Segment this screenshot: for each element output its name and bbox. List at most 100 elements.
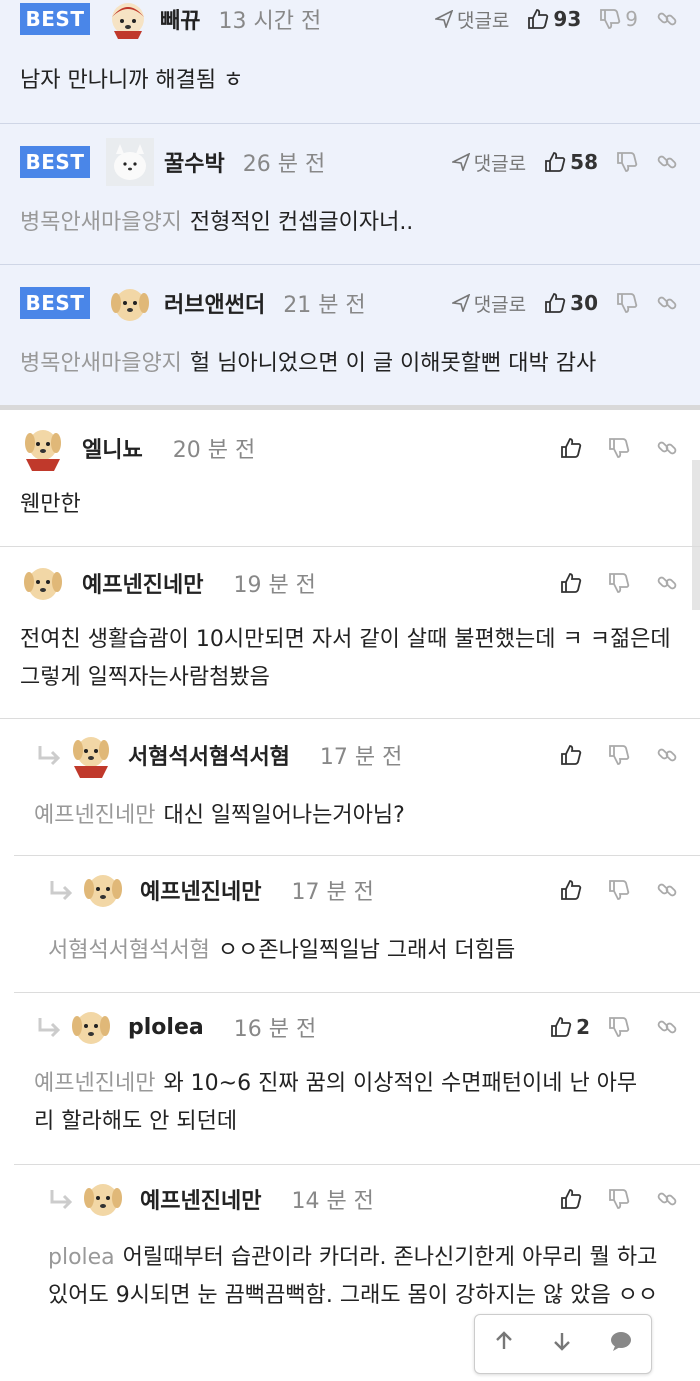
like-button[interactable]: 93	[527, 7, 581, 31]
nickname[interactable]: 예프넨진네만	[82, 567, 203, 599]
dislike-button[interactable]	[608, 1188, 630, 1210]
best-comments-section: BEST 빼뀨 13 시간 전 댓글로 93 9 남자 만나니까 해결됨 ㅎ B…	[0, 0, 700, 405]
thumbs-down-icon	[609, 438, 630, 458]
link-icon	[657, 12, 677, 26]
link-icon	[657, 1020, 677, 1034]
mention-nickname[interactable]: 병목안새마을양지	[20, 351, 182, 376]
like-button[interactable]	[560, 744, 582, 766]
thumbs-down-icon	[617, 152, 638, 172]
comment-text: 웬만한	[20, 492, 81, 517]
nickname[interactable]: 엘니뇨	[82, 432, 143, 464]
timestamp: 17 분 전	[319, 745, 403, 770]
dislike-button[interactable]	[616, 292, 638, 314]
thumbs-down-icon	[600, 9, 621, 29]
like-button[interactable]	[560, 1188, 582, 1210]
thumbs-up-icon	[551, 1017, 572, 1037]
send-icon	[434, 10, 453, 28]
like-button[interactable]: 2	[550, 1015, 590, 1039]
thumbs-up-icon	[561, 438, 582, 458]
avatar[interactable]	[68, 732, 114, 778]
thumbs-down-icon	[609, 573, 630, 593]
link-icon	[657, 155, 677, 169]
dislike-button[interactable]	[608, 744, 630, 766]
mention-nickname[interactable]: 서혐석서혐석서혐	[48, 938, 210, 963]
like-button[interactable]: 58	[544, 150, 598, 174]
timestamp: 14 분 전	[291, 1189, 374, 1214]
like-button[interactable]: 30	[544, 291, 598, 315]
link-icon	[657, 748, 677, 762]
thumbs-down-icon	[617, 293, 638, 313]
link-icon	[657, 441, 677, 455]
dislike-button[interactable]	[608, 1016, 630, 1038]
reply-button[interactable]: 댓글로	[434, 6, 509, 33]
reply-item: plolea 16 분 전 2 예프넨진네만 와 10~6 진짜 꿈의 이상적인 …	[14, 993, 700, 1165]
avatar[interactable]	[106, 279, 154, 327]
like-count: 30	[570, 291, 598, 315]
dislike-button[interactable]: 9	[599, 7, 638, 31]
reply-item: 예프넨진네만 17 분 전 서혐석서혐석서혐 ㅇㅇ존나일찍일남 그래서 더힘듬	[14, 856, 700, 993]
nickname[interactable]: 빼뀨	[160, 3, 200, 35]
comment-text: 전형적인 컨셉글이자너..	[189, 210, 414, 235]
avatar[interactable]	[20, 560, 66, 606]
best-badge: BEST	[20, 3, 90, 35]
reply-label: 댓글로	[473, 152, 527, 175]
mention-nickname[interactable]: plolea	[48, 1245, 115, 1270]
scroll-up-button[interactable]	[493, 1330, 515, 1358]
thumbs-down-icon	[609, 745, 630, 765]
comment-text: 전여친 생활습괌이 10시만되면 자서 같이 살때 불편했는데 ㅋ ㅋ젊은데 그…	[20, 627, 671, 690]
reply-arrow-icon	[50, 881, 73, 901]
comment-text: 어릴때부터 습관이라 카더라. 존나신기한게 아무리 뭘 하고있어도 9시되면 …	[48, 1245, 659, 1308]
share-button[interactable]	[656, 744, 678, 766]
nickname[interactable]: 예프넨진네만	[140, 874, 261, 906]
avatar[interactable]	[80, 1176, 126, 1222]
reply-button[interactable]: 댓글로	[451, 149, 527, 176]
comment-jump-button[interactable]	[609, 1330, 633, 1358]
avatar[interactable]	[68, 1004, 114, 1050]
avatar[interactable]	[80, 867, 126, 913]
dislike-count: 9	[625, 7, 638, 31]
like-button[interactable]	[560, 879, 582, 901]
nickname[interactable]: plolea	[128, 1015, 204, 1040]
mention-nickname[interactable]: 예프넨진네만	[34, 1071, 155, 1096]
timestamp: 26 분 전	[242, 152, 326, 177]
best-badge: BEST	[20, 146, 90, 178]
nickname[interactable]: 서혐석서혐석서혐	[128, 739, 290, 771]
avatar[interactable]	[106, 0, 150, 41]
dislike-button[interactable]	[616, 151, 638, 173]
share-button[interactable]	[656, 437, 678, 459]
comment-item: 예프넨진네만 19 분 전 전여친 생활습괌이 10시만되면 자서 같이 살때 …	[0, 547, 700, 719]
dislike-button[interactable]	[608, 437, 630, 459]
thumbs-up-icon	[561, 573, 582, 593]
avatar[interactable]	[20, 425, 66, 471]
thumbs-down-icon	[609, 880, 630, 900]
thumbs-up-icon	[528, 9, 549, 29]
like-button[interactable]	[560, 437, 582, 459]
share-button[interactable]	[656, 151, 678, 173]
share-button[interactable]	[656, 879, 678, 901]
best-comment: BEST 러브앤썬더 21 분 전 댓글로 30 병목안새마을양지 헐 님아니었…	[0, 265, 700, 405]
share-button[interactable]	[656, 8, 678, 30]
share-button[interactable]	[656, 1016, 678, 1038]
share-button[interactable]	[656, 1188, 678, 1210]
dislike-button[interactable]	[608, 572, 630, 594]
dislike-button[interactable]	[608, 879, 630, 901]
share-button[interactable]	[656, 572, 678, 594]
timestamp: 17 분 전	[291, 880, 374, 905]
reply-button[interactable]: 댓글로	[451, 290, 527, 317]
thumbs-up-icon	[561, 745, 582, 765]
timestamp: 13 시간 전	[218, 9, 322, 34]
mention-nickname[interactable]: 병목안새마을양지	[20, 210, 182, 235]
best-comment: BEST 빼뀨 13 시간 전 댓글로 93 9 남자 만나니까 해결됨 ㅎ	[0, 0, 700, 124]
best-comment: BEST 꿀수박 26 분 전 댓글로 58 병목안새마을양지 전형적인 컨셉글…	[0, 124, 700, 265]
like-button[interactable]	[560, 572, 582, 594]
avatar[interactable]	[106, 138, 154, 186]
nickname[interactable]: 꿀수박	[164, 146, 225, 178]
share-button[interactable]	[656, 292, 678, 314]
scroll-down-button[interactable]	[551, 1330, 573, 1358]
mention-nickname[interactable]: 예프넨진네만	[34, 803, 155, 828]
link-icon	[657, 576, 677, 590]
nickname[interactable]: 러브앤썬더	[164, 287, 265, 319]
timestamp: 19 분 전	[233, 573, 316, 598]
reply-label: 댓글로	[473, 293, 527, 316]
nickname[interactable]: 예프넨진네만	[140, 1183, 261, 1215]
